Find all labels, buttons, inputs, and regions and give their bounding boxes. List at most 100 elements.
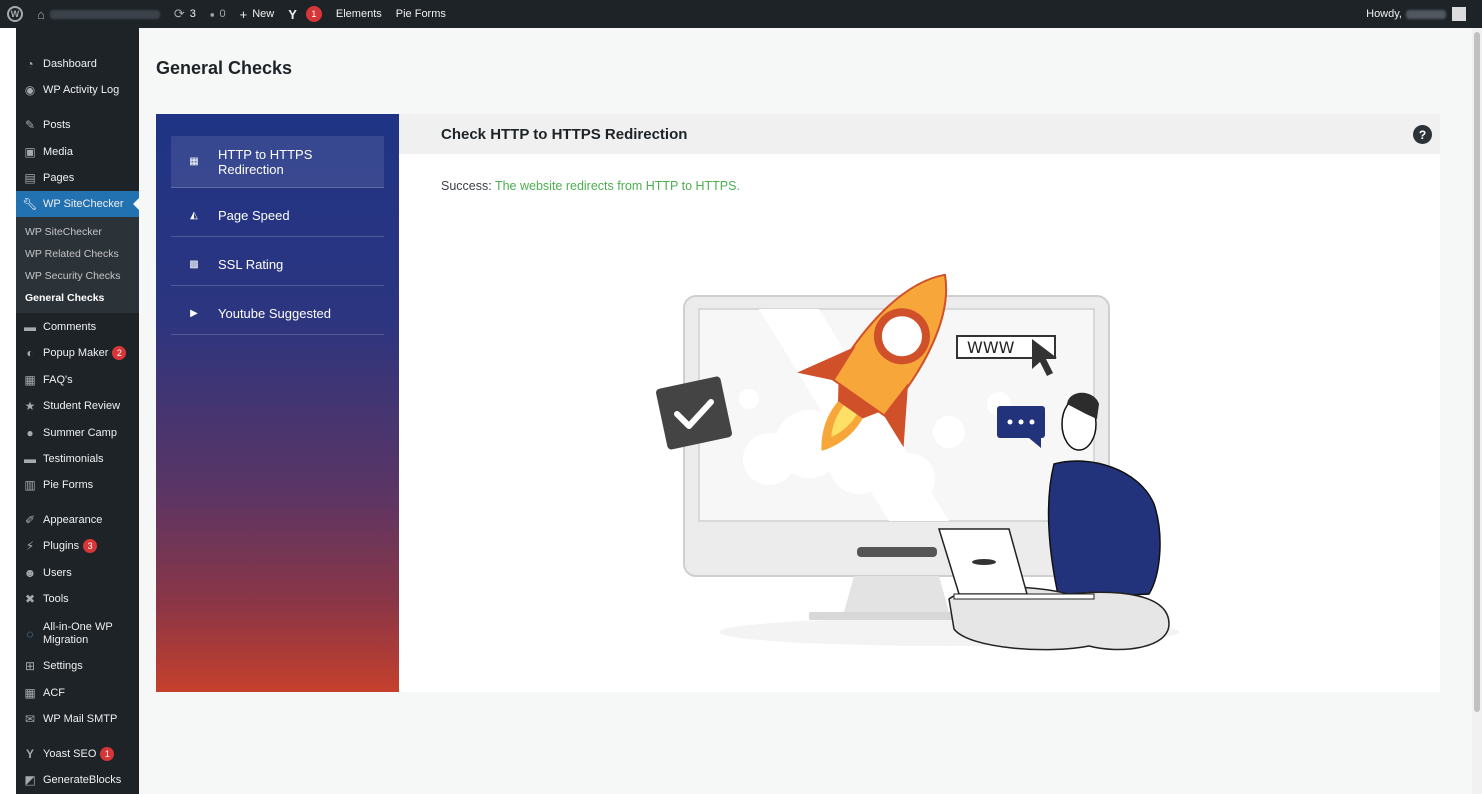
left-gutter (0, 28, 16, 794)
checks-nav: ▦ HTTP to HTTPS Redirection ◭ Page Speed… (156, 114, 399, 692)
sidebar-item-label: Comments (43, 321, 97, 333)
sidebar-item-label: Plugins (43, 540, 80, 552)
tab-http-to-https-redirection[interactable]: ▦ HTTP to HTTPS Redirection (171, 136, 384, 188)
speed-icon: ◭ (190, 209, 198, 221)
tab-youtube-suggested[interactable]: ▶ Youtube Suggested (171, 292, 384, 335)
yoast-icon: Y (25, 747, 34, 761)
tools-icon: ✖ (24, 592, 36, 606)
comments-button[interactable]: ▪ 0 (203, 0, 233, 28)
person-circle-icon: ● (26, 426, 34, 440)
sidebar-item-label: Posts (43, 119, 71, 131)
sidebar-item-label: Testimonials (43, 453, 104, 465)
table-icon: ▦ (24, 373, 36, 387)
sidebar-item-label: Pages (43, 172, 75, 184)
scrollbar-thumb[interactable] (1474, 32, 1480, 712)
settings-icon: ⊞ (24, 659, 36, 673)
comment-bubble-icon: ▪ (209, 6, 215, 22)
sidebar-item-dashboard[interactable]: ◔ Dashboard (16, 51, 139, 77)
sidebar-item-label: WP SiteChecker (43, 198, 124, 210)
brush-icon: ✐ (24, 513, 36, 527)
acf-icon: ▦ (24, 686, 36, 700)
tab-label: HTTP to HTTPS Redirection (218, 146, 313, 177)
popup-maker-badge: 2 (112, 346, 127, 360)
plus-icon: + (239, 6, 248, 22)
sidebar-item-label: WP Activity Log (43, 84, 120, 96)
sidebar-item-plugins[interactable]: ⚡︎ Plugins 3 (16, 533, 139, 559)
migration-icon: ◌ (26, 626, 34, 641)
tab-page-speed[interactable]: ◭ Page Speed (171, 194, 384, 237)
sidebar-item-label: Popup Maker (43, 347, 109, 359)
page-title: General Checks (156, 58, 293, 78)
pieforms-link[interactable]: Pie Forms (389, 0, 453, 28)
sidebar-item-summer-camp[interactable]: ● Summer Camp (16, 420, 139, 446)
sidebar-item-label: Media (43, 146, 73, 158)
updates-icon: ⟳ (173, 6, 185, 21)
sidebar-item-label: All-in-One WP Migration (43, 621, 113, 646)
sidebar-item-generateblocks[interactable]: ◩ GenerateBlocks (16, 767, 139, 793)
sidebar-item-label: Pie Forms (43, 479, 94, 491)
mail-icon: ✉ (24, 712, 36, 726)
sidebar-item-users[interactable]: ☻ Users (16, 560, 139, 586)
sidebar-item-settings[interactable]: ⊞ Settings (16, 653, 139, 679)
sidebar-item-tools[interactable]: ✖ Tools (16, 586, 139, 612)
updates-button[interactable]: ⟳ 3 (167, 0, 203, 28)
sidebar-item-pie-forms[interactable]: ▥ Pie Forms (16, 472, 139, 498)
howdy-label[interactable]: Howdy, (1366, 8, 1402, 20)
plug-icon: ⚡︎ (25, 539, 35, 553)
www-text: WWW (967, 338, 1015, 357)
sidebar-item-comments[interactable]: ▬ Comments (16, 314, 139, 340)
wordpress-icon: W (7, 6, 23, 22)
sidebar-item-label: FAQ's (43, 374, 73, 386)
sitechecker-submenu: WP SiteChecker WP Related Checks WP Secu… (16, 217, 139, 313)
home-icon: ⌂ (37, 6, 45, 22)
yoast-badge: 1 (305, 6, 322, 22)
panel-title: Check HTTP to HTTPS Redirection (441, 126, 688, 143)
eye-icon: ◉ (24, 83, 36, 97)
elements-link[interactable]: Elements (329, 0, 389, 28)
sidebar-item-yoast-seo[interactable]: Y Yoast SEO 1 (16, 741, 139, 767)
ssl-icon: ▩ (189, 258, 199, 270)
sidebar-item-acf[interactable]: ▦ ACF (16, 680, 139, 706)
site-name-button[interactable]: ⌂ (30, 0, 167, 28)
sidebar-item-faqs[interactable]: ▦ FAQ's (16, 367, 139, 393)
sidebar-item-media[interactable]: ▣ Media (16, 139, 139, 165)
new-label: New (252, 8, 275, 20)
sidebar-item-student-review[interactable]: ★ Student Review (16, 393, 139, 419)
admin-sidebar: ◔ Dashboard ◉ WP Activity Log ✎ Posts ▣ … (16, 28, 139, 794)
submenu-wp-sitechecker[interactable]: WP SiteChecker (25, 226, 102, 238)
submenu-wp-security-checks[interactable]: WP Security Checks (25, 270, 121, 282)
check-panel: Check HTTP to HTTPS Redirection ? Succes… (399, 114, 1440, 692)
panel-header: Check HTTP to HTTPS Redirection ? (399, 114, 1440, 154)
sidebar-item-label: Summer Camp (43, 427, 117, 439)
sidebar-item-wp-activity-log[interactable]: ◉ WP Activity Log (16, 77, 139, 103)
star-icon: ★ (24, 399, 36, 413)
pages-icon: ▤ (24, 171, 36, 185)
sidebar-item-label: Student Review (43, 400, 121, 412)
yoast-adminbar-button[interactable]: Y 1 (281, 0, 329, 28)
wp-logo-button[interactable]: W (0, 0, 30, 28)
sidebar-item-wp-mail-smtp[interactable]: ✉ WP Mail SMTP (16, 706, 139, 732)
sidebar-item-all-in-one-wp-migration[interactable]: ◌ All-in-One WP Migration (16, 616, 139, 652)
sidebar-item-wp-sitechecker[interactable]: 🔧︎ WP SiteChecker (16, 191, 139, 217)
tab-ssl-rating[interactable]: ▩ SSL Rating (171, 243, 384, 286)
pin-icon: ✎ (24, 118, 36, 132)
new-content-button[interactable]: + New (233, 0, 282, 28)
avatar[interactable] (1452, 7, 1466, 21)
rocket-illustration: WWW (656, 273, 1179, 651)
sidebar-item-label: Yoast SEO (43, 748, 97, 760)
help-icon[interactable]: ? (1413, 125, 1432, 144)
site-name-redacted (49, 9, 160, 19)
sidebar-item-testimonials[interactable]: ▬ Testimonials (16, 446, 139, 472)
tab-label: Page Speed (218, 207, 290, 223)
submenu-wp-related-checks[interactable]: WP Related Checks (25, 248, 119, 260)
tab-label: Youtube Suggested (218, 305, 332, 321)
popup-icon: ◐ (26, 346, 34, 360)
sidebar-item-posts[interactable]: ✎ Posts (16, 112, 139, 138)
submenu-general-checks[interactable]: General Checks (25, 292, 104, 304)
page-scrollbar[interactable] (1472, 28, 1482, 794)
sidebar-item-pages[interactable]: ▤ Pages (16, 165, 139, 191)
sidebar-item-appearance[interactable]: ✐ Appearance (16, 507, 139, 533)
sidebar-item-popup-maker[interactable]: ◐ Popup Maker 2 (16, 340, 139, 366)
main-content: General Checks ▦ HTTP to HTTPS Redirecti… (139, 28, 1472, 794)
youtube-icon: ▶ (190, 307, 198, 319)
